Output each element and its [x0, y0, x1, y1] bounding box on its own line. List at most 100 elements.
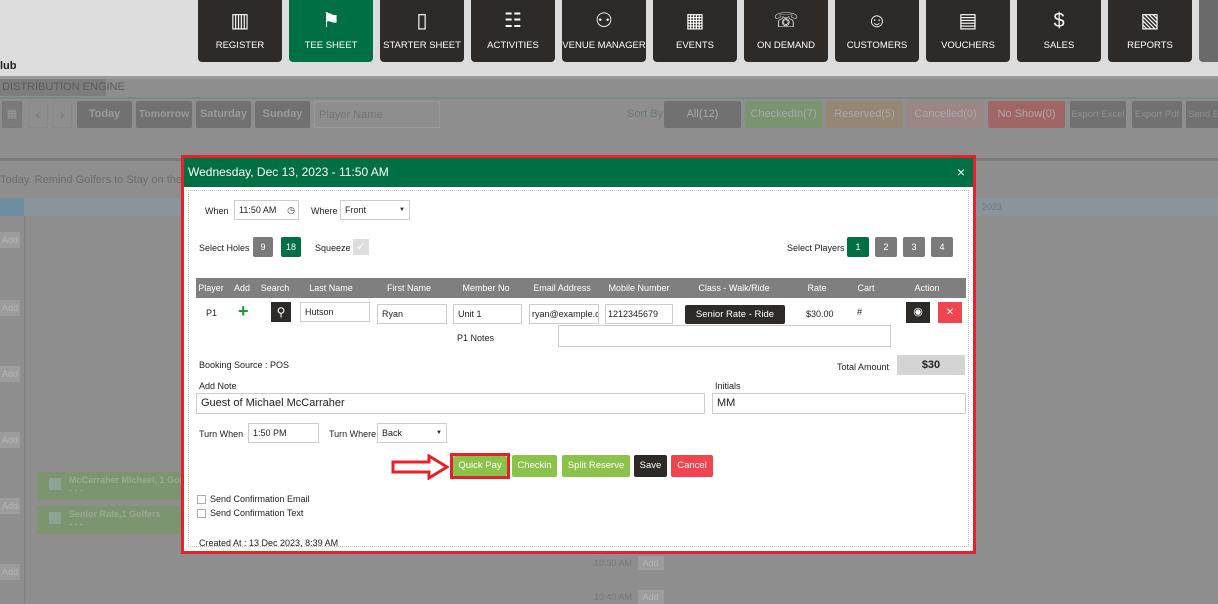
select-players-3-button[interactable]: 3 [903, 237, 925, 257]
select-players-1-button[interactable]: 1 [847, 237, 869, 257]
close-icon[interactable]: × [957, 158, 965, 187]
add-slot-button[interactable]: Add [0, 432, 20, 448]
filter-button[interactable]: Reserved(5) [826, 101, 903, 128]
cancel-button[interactable]: Cancel [671, 455, 713, 477]
nav-label: REGISTER [215, 40, 265, 51]
today-button[interactable]: Today [77, 101, 132, 128]
column-header: Cart [857, 283, 875, 293]
add-slot-button[interactable]: Add [0, 366, 20, 382]
send-button[interactable]: Send E [1186, 101, 1218, 128]
class-button[interactable]: Senior Rate - Ride [685, 305, 785, 324]
saturday-button[interactable]: Saturday [196, 101, 251, 128]
nav-on-demand[interactable]: ☏ ON DEMAND [744, 0, 828, 62]
filter-button[interactable]: Cancelled(0) [907, 101, 984, 128]
booking-checkbox[interactable] [49, 512, 61, 524]
tomorrow-button[interactable]: Tomorrow [136, 101, 192, 128]
turn-when-input[interactable]: 1:50 PM [248, 423, 319, 443]
notes-label: P1 Notes [457, 333, 495, 343]
modal-title: Wednesday, Dec 13, 2023 - 11:50 AM [188, 165, 389, 179]
filter-button[interactable]: All(12) [664, 101, 741, 128]
created-at: Created At : 13 Dec 2023, 8:39 AM [199, 538, 339, 548]
squeeze-label: Squeeze [315, 243, 351, 253]
nav-label: EVENTS [675, 40, 714, 51]
where-value: Front [345, 205, 367, 215]
p1-notes-input[interactable] [558, 325, 891, 347]
nav-label: TEE SHEET [304, 40, 358, 51]
holes-18-button[interactable]: 18 [281, 237, 301, 257]
player-name-input[interactable] [314, 101, 440, 128]
nav-more[interactable] [1199, 0, 1218, 62]
divider [24, 216, 25, 602]
member-no-input[interactable]: Unit 1 [453, 304, 522, 324]
first-name-input[interactable]: Ryan [377, 304, 447, 324]
mobile-input[interactable]: 1212345679 [605, 304, 673, 324]
quick-pay-button[interactable]: Quick Pay [453, 456, 507, 476]
total-amount: $30 [897, 355, 965, 375]
column-header: Email Address [533, 283, 591, 293]
email-input[interactable]: ryan@example.cc [529, 304, 599, 324]
column-header: Add [233, 283, 250, 293]
time-slot: 10:30 AM Add [594, 556, 664, 570]
checkin-button[interactable]: Checkin [512, 455, 557, 477]
chevron-down-icon: ▼ [399, 207, 405, 213]
send-text-checkbox[interactable] [197, 509, 206, 518]
cart-value: # [857, 307, 863, 317]
add-note-input[interactable]: Guest of Michael McCarraher [196, 393, 705, 414]
nav-starter-sheet[interactable]: ▯ STARTER SHEET [380, 0, 464, 62]
add-slot-button[interactable]: Add [0, 300, 20, 316]
holes-9-button[interactable]: 9 [253, 237, 273, 257]
nav-venue-manager[interactable]: ⚇ VENUE MANAGER [562, 0, 646, 62]
send-email-checkbox[interactable] [197, 495, 206, 504]
column-header: Mobile Number [608, 283, 670, 293]
next-day-button[interactable]: › [52, 101, 72, 128]
remove-player-button[interactable]: ✕ [938, 302, 962, 323]
calendar-button[interactable]: ▦ [2, 101, 22, 128]
nav-customers[interactable]: ☺ CUSTOMERS [835, 0, 919, 62]
last-name-input[interactable]: Hutson [300, 302, 370, 322]
add-slot-button[interactable]: Add [0, 232, 20, 248]
mobile-icon: ☏ [773, 10, 799, 32]
sunday-button[interactable]: Sunday [255, 101, 310, 128]
divider [0, 97, 1218, 99]
prev-day-button[interactable]: ‹ [28, 101, 48, 128]
filter-button[interactable]: No Show(0) [988, 101, 1065, 128]
add-slot-button[interactable]: Add [0, 498, 20, 514]
nav-reports[interactable]: ▧ REPORTS [1108, 0, 1192, 62]
where-select[interactable]: Front ▼ [340, 200, 410, 220]
tab-distribution-engine[interactable]: DISTRIBUTION ENGINE [0, 79, 125, 96]
turn-where-value: Back [382, 428, 403, 438]
add-slot-button[interactable]: Add [637, 556, 664, 570]
nav-sales[interactable]: $ SALES [1017, 0, 1101, 62]
booking-checkbox[interactable] [49, 478, 61, 490]
turn-where-select[interactable]: Back ▼ [377, 423, 447, 443]
when-value: 11:50 AM [239, 205, 277, 215]
column-header: Search [260, 283, 290, 293]
initials-input[interactable]: MM [712, 393, 966, 414]
export-pdf-button[interactable]: Export Pdf [1132, 101, 1182, 128]
nav-activities[interactable]: ☷ ACTIVITIES [471, 0, 555, 62]
save-button[interactable]: Save [634, 455, 667, 477]
search-icon[interactable]: ⚲ [271, 302, 291, 322]
rate-value: $30.00 [806, 309, 834, 319]
nav-register[interactable]: ▥ REGISTER [198, 0, 282, 62]
filter-button[interactable]: CheckedIn(7) [745, 101, 822, 128]
select-players-2-button[interactable]: 2 [875, 237, 897, 257]
add-note-label: Add Note [199, 381, 237, 391]
grid-header-cell [0, 198, 24, 216]
nav-vouchers[interactable]: ▤ VOUCHERS [926, 0, 1010, 62]
squeeze-checkbox[interactable]: ✓ [353, 239, 369, 255]
view-icon[interactable]: ◉ [906, 302, 930, 323]
people-icon: ⚇ [595, 10, 613, 32]
booking-card[interactable]: McCarraher Michael, 1 Golfers- - - [37, 472, 182, 500]
voucher-icon: ▤ [958, 10, 978, 32]
split-reserve-button[interactable]: Split Reserve [562, 455, 630, 477]
select-players-4-button[interactable]: 4 [931, 237, 953, 257]
export-excel-button[interactable]: Export Excel [1070, 101, 1126, 128]
nav-tee-sheet[interactable]: ⚑ TEE SHEET [289, 0, 373, 62]
booking-card[interactable]: Senior Rate,1 Golfers - - - [37, 506, 182, 534]
add-slot-button[interactable]: Add [0, 564, 20, 580]
add-player-icon[interactable]: + [238, 301, 249, 322]
nav-events[interactable]: ▦ EVENTS [653, 0, 737, 62]
when-input[interactable]: 11:50 AM ◷ [234, 200, 299, 220]
barcode-scanner-icon: ▥ [230, 10, 250, 32]
